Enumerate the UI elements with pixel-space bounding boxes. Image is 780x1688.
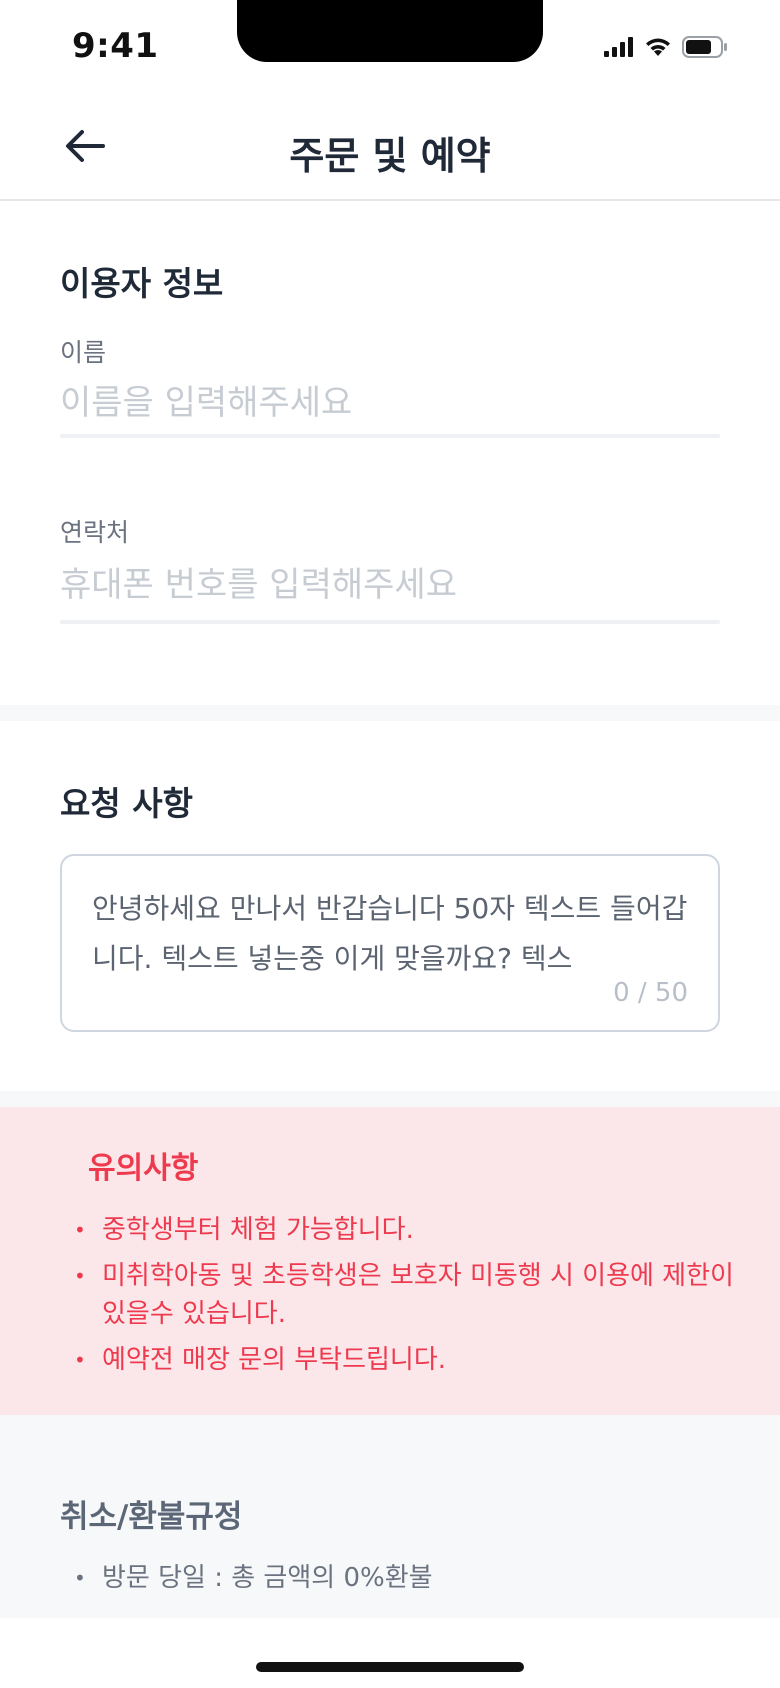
status-time: 9:41: [72, 26, 159, 66]
signal-icon: [604, 37, 634, 61]
section-divider: [0, 705, 780, 721]
device-notch: [237, 0, 543, 62]
notice-item: 예약전 매장 문의 부탁드립니다.: [74, 1341, 734, 1379]
app-header: 주문 및 예약: [0, 95, 780, 201]
section-divider: [0, 1091, 780, 1107]
refund-section: 취소/환불규정 방문 당일 : 총 금액의 0%환불: [0, 1415, 780, 1618]
refund-list: 방문 당일 : 총 금액의 0%환불: [74, 1559, 734, 1605]
wifi-icon: [644, 37, 672, 61]
contact-input[interactable]: [60, 561, 720, 609]
name-label: 이름: [60, 338, 107, 367]
notice-title: 유의사항: [88, 1151, 199, 1186]
page-title: 주문 및 예약: [289, 134, 491, 178]
request-section: 요청 사항 안녕하세요 만나서 반갑습니다 50자 텍스트 들어갑니다. 텍스트…: [0, 721, 780, 1091]
refund-title: 취소/환불규정: [60, 1499, 243, 1535]
notice-section: 유의사항 중학생부터 체험 가능합니다. 미취학아동 및 초등학생은 보호자 미…: [0, 1107, 780, 1415]
contact-underline: [60, 620, 720, 624]
name-underline: [60, 434, 720, 438]
user-info-section: 이용자 정보 이름 연락처: [0, 201, 780, 705]
request-textarea[interactable]: 안녕하세요 만나서 반갑습니다 50자 텍스트 들어갑니다. 텍스트 넣는중 이…: [60, 854, 720, 1032]
user-info-title: 이용자 정보: [60, 264, 224, 303]
battery-icon: [682, 36, 728, 62]
character-counter: 0 / 50: [613, 978, 688, 1008]
notice-list: 중학생부터 체험 가능합니다. 미취학아동 및 초등학생은 보호자 미동행 시 …: [74, 1211, 734, 1387]
notice-item: 미취학아동 및 초등학생은 보호자 미동행 시 이용에 제한이 있을수 있습니다…: [74, 1257, 734, 1333]
notice-item: 중학생부터 체험 가능합니다.: [74, 1211, 734, 1249]
request-text: 안녕하세요 만나서 반갑습니다 50자 텍스트 들어갑니다. 텍스트 넣는중 이…: [92, 892, 688, 975]
home-indicator-area: [0, 1618, 780, 1688]
status-bar: 9:41: [0, 0, 780, 95]
status-icons: [604, 36, 728, 62]
home-indicator[interactable]: [256, 1662, 524, 1672]
contact-label: 연락처: [60, 518, 130, 547]
refund-item: 방문 당일 : 총 금액의 0%환불: [74, 1559, 734, 1597]
request-title: 요청 사항: [60, 784, 193, 823]
name-input[interactable]: [60, 379, 720, 427]
